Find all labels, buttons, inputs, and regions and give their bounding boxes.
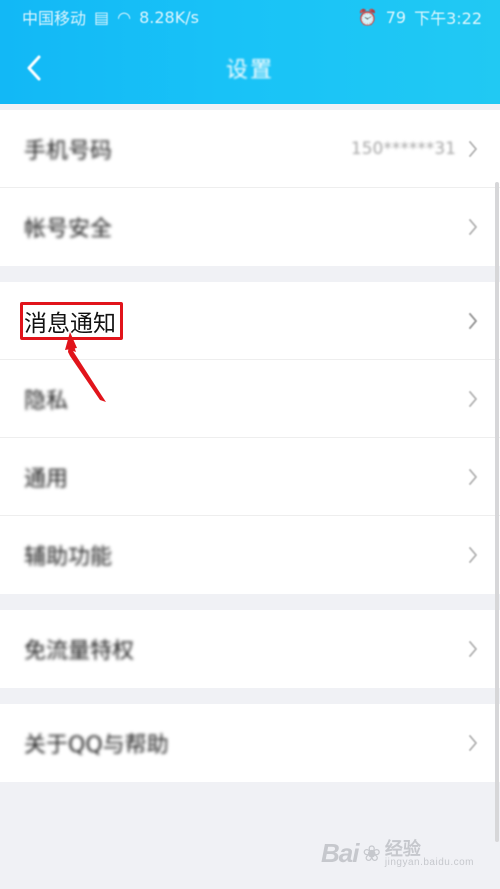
- watermark-url: jingyan.baidu.com: [384, 856, 474, 868]
- chevron-right-icon: [466, 311, 480, 331]
- carrier-label: 中国移动: [22, 9, 87, 28]
- settings-row-about-help[interactable]: 关于QQ与帮助: [0, 704, 500, 782]
- chevron-right-icon: [466, 217, 480, 237]
- row-label: 帐号安全: [24, 217, 113, 242]
- watermark-text: 经验: [384, 838, 421, 859]
- watermark-logo: Bai: [320, 838, 359, 868]
- row-label: 辅助功能: [24, 545, 113, 570]
- annotation-arrow: [65, 332, 106, 402]
- settings-group-data: 免流量特权: [0, 610, 500, 688]
- signal-icon: ▤: [94, 7, 110, 27]
- chevron-right-icon: [466, 545, 480, 565]
- row-label: 通用: [24, 466, 69, 492]
- battery-level: 79: [385, 7, 407, 27]
- status-right: ⏰ 79 下午3:22: [358, 5, 482, 29]
- nav-bar: 设置: [0, 40, 500, 96]
- alarm-icon: ⏰: [357, 7, 378, 27]
- scrollbar[interactable]: [495, 182, 499, 842]
- settings-row-general[interactable]: 通用: [0, 438, 500, 516]
- status-left: 中国移动 ▤ ◠ 8.28K/s: [22, 5, 199, 29]
- settings-row-accessibility[interactable]: 辅助功能: [0, 516, 500, 594]
- status-time: 下午3:22: [414, 9, 482, 28]
- chevron-right-icon: [466, 639, 480, 659]
- settings-group-about: 关于QQ与帮助: [0, 704, 500, 782]
- row-label: 免流量特权: [24, 639, 135, 664]
- back-button[interactable]: [14, 48, 54, 88]
- network-speed: 8.28K/s: [139, 7, 199, 27]
- settings-group-account: 手机号码 150******31 帐号安全: [0, 110, 500, 266]
- chevron-right-icon: [466, 733, 480, 753]
- chevron-left-icon: [27, 55, 41, 81]
- app-header: 中国移动 ▤ ◠ 8.28K/s ⏰ 79 下午3:22 设置: [0, 0, 500, 104]
- status-bar: 中国移动 ▤ ◠ 8.28K/s ⏰ 79 下午3:22: [0, 0, 500, 34]
- settings-row-account-security[interactable]: 帐号安全: [0, 188, 500, 266]
- chevron-right-icon: [466, 389, 480, 409]
- row-value: 150******31: [350, 138, 456, 159]
- paw-icon: ❀: [362, 840, 381, 866]
- wifi-icon: ◠: [117, 7, 132, 27]
- settings-row-phone[interactable]: 手机号码 150******31: [0, 110, 500, 188]
- row-label: 手机号码: [24, 138, 113, 164]
- chevron-right-icon: [466, 139, 480, 159]
- settings-row-free-data[interactable]: 免流量特权: [0, 610, 500, 688]
- row-label: 关于QQ与帮助: [24, 733, 169, 758]
- watermark-text-block: 经验 jingyan.baidu.com: [385, 840, 474, 868]
- watermark: Bai ❀ 经验 jingyan.baidu.com: [321, 838, 474, 869]
- page-title: 设置: [225, 58, 274, 83]
- chevron-right-icon: [466, 467, 480, 487]
